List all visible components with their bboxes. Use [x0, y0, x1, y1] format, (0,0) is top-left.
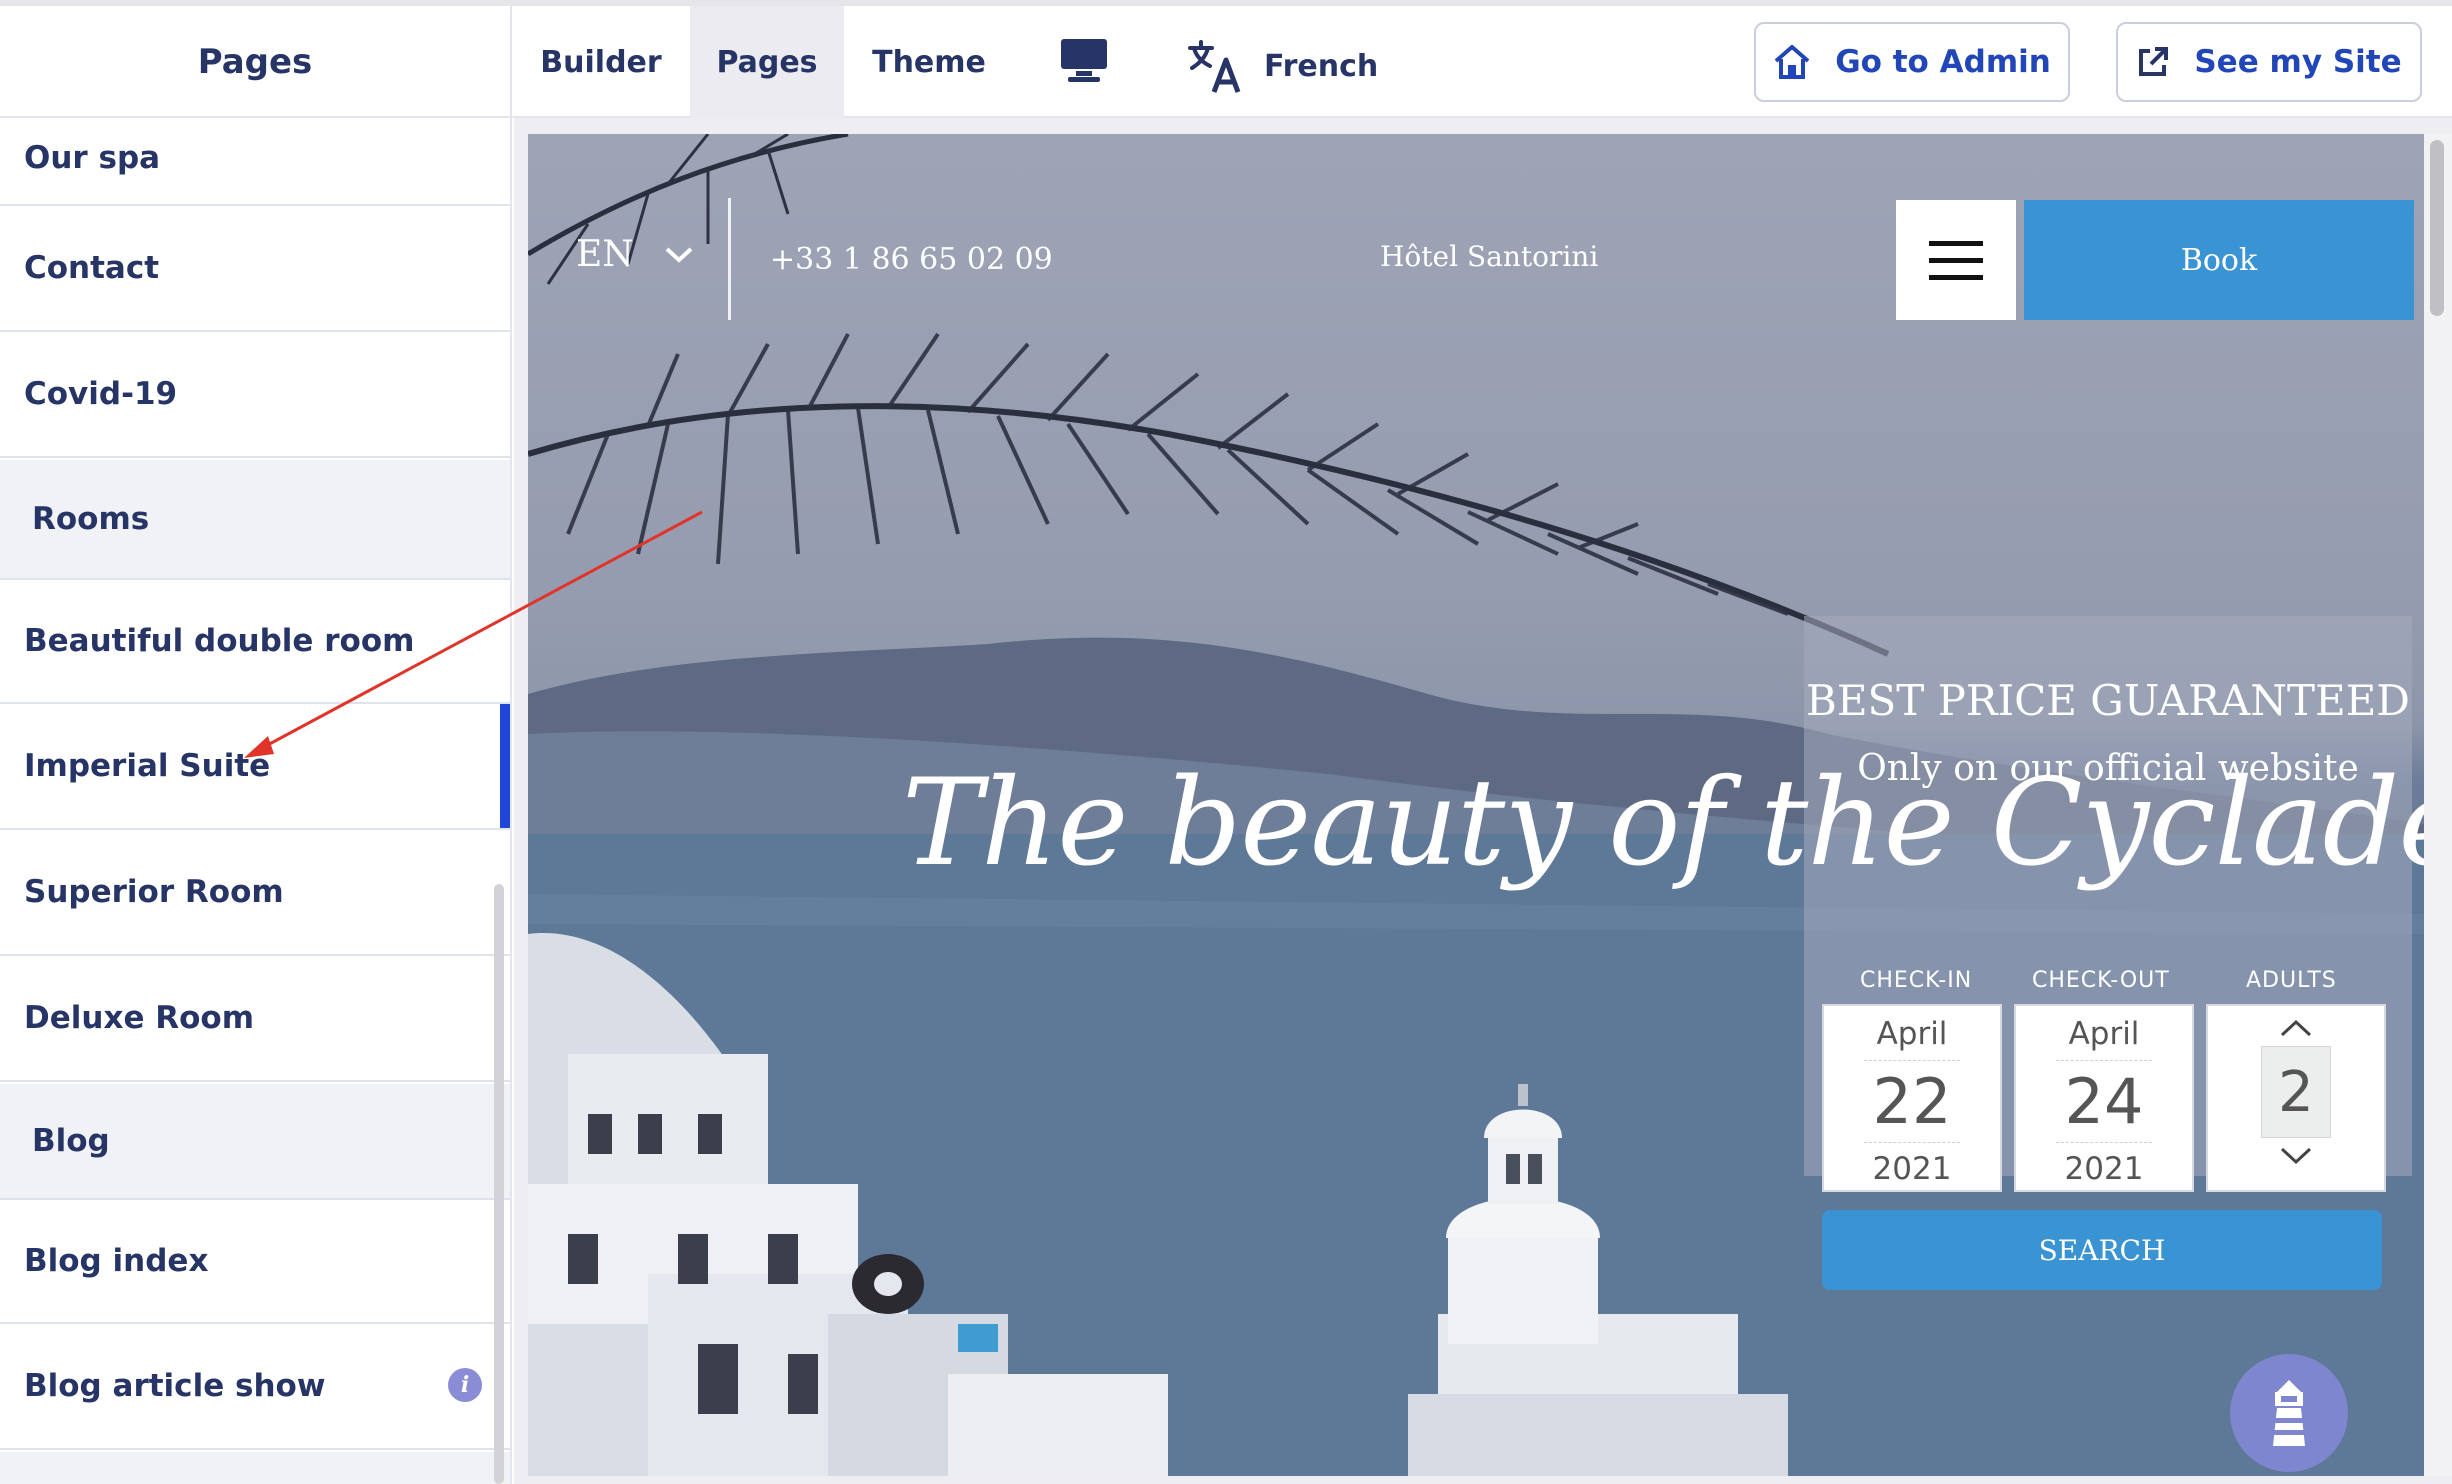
- info-icon[interactable]: i: [448, 1368, 482, 1402]
- sidebar-item-beautiful-double-room[interactable]: Beautiful double room: [0, 578, 510, 704]
- checkout-year: 2021: [2064, 1151, 2144, 1187]
- chevron-up-icon[interactable]: [2279, 1018, 2313, 1038]
- go-to-admin-button[interactable]: Go to Admin: [1754, 22, 2070, 102]
- phone-number[interactable]: +33 1 86 65 02 09: [770, 242, 1053, 277]
- adults-stepper[interactable]: 2: [2206, 1004, 2386, 1192]
- sidebar-item-label: Beautiful double room: [24, 623, 415, 659]
- sidebar-group-rooms: Rooms: [0, 460, 510, 578]
- go-to-admin-label: Go to Admin: [1835, 44, 2051, 80]
- sidebar-scrollbar[interactable]: [494, 884, 504, 1484]
- top-toolbar: Pages Builder Pages Theme French Go to A…: [0, 0, 2452, 118]
- hamburger-icon: [1929, 274, 1983, 280]
- sidebar-item-imperial-suite[interactable]: Imperial Suite: [0, 704, 510, 830]
- sidebar-item-covid-19[interactable]: Covid-19: [0, 332, 510, 458]
- see-my-site-button[interactable]: See my Site: [2116, 22, 2422, 102]
- sidebar-item-label: Our spa: [24, 140, 161, 176]
- home-icon: [1774, 45, 1810, 79]
- sidebar-item-deluxe-room[interactable]: Deluxe Room: [0, 956, 510, 1082]
- sidebar-item-label: Deluxe Room: [24, 1000, 255, 1036]
- sidebar-group-label: Blog: [32, 1123, 110, 1159]
- chevron-down-icon[interactable]: [2279, 1146, 2313, 1166]
- hotel-name[interactable]: Hôtel Santorini: [1380, 240, 1598, 273]
- hamburger-menu-button[interactable]: [1896, 200, 2016, 320]
- sidebar-item-our-spa[interactable]: Our spa: [0, 118, 510, 206]
- checkin-label: CHECK-IN: [1860, 968, 1973, 993]
- lighthouse-icon: [2273, 1380, 2305, 1446]
- booking-widget: BEST PRICE GUARANTEED Only on our offici…: [1804, 616, 2412, 1290]
- checkin-year: 2021: [1872, 1151, 1952, 1187]
- sidebar-group-blog: Blog: [0, 1084, 510, 1198]
- checkin-date-picker[interactable]: April 22 2021: [1822, 1004, 2002, 1192]
- sidebar-item-label: Contact: [24, 250, 160, 286]
- checkout-date-picker[interactable]: April 24 2021: [2014, 1004, 2194, 1192]
- checkin-day: 22: [1864, 1060, 1960, 1143]
- header-divider: [728, 198, 731, 320]
- translate-icon: [1188, 40, 1241, 93]
- sidebar-item-contact[interactable]: Contact: [0, 206, 510, 332]
- adults-label: ADULTS: [2246, 968, 2337, 993]
- sidebar-item-label: Imperial Suite: [24, 748, 271, 784]
- sidebar-item-label: Blog index: [24, 1243, 209, 1279]
- sidebar-item-label: Superior Room: [24, 874, 284, 910]
- language-label: French: [1264, 48, 1379, 84]
- tab-builder[interactable]: Builder: [512, 6, 690, 118]
- preview-scrollbar-thumb[interactable]: [2430, 140, 2444, 316]
- desktop-preview-button[interactable]: [1048, 36, 1120, 98]
- sidebar-title: Pages: [0, 6, 512, 118]
- active-item-indicator: [500, 704, 510, 828]
- site-preview-hero: EN +33 1 86 65 02 09 Hôtel Santorini Boo…: [528, 134, 2424, 1476]
- language-code: EN: [576, 234, 634, 275]
- chat-widget-button[interactable]: [2230, 1354, 2348, 1472]
- hero-headline[interactable]: The beauty of the Cyclades: [902, 754, 2424, 893]
- search-button[interactable]: SEARCH: [1822, 1210, 2382, 1290]
- sidebar-group-next: [0, 1452, 510, 1484]
- sidebar-item-blog-index[interactable]: Blog index: [0, 1198, 510, 1324]
- preview-scrollbar-track[interactable]: [2424, 134, 2452, 1476]
- sidebar-item-blog-article-show[interactable]: Blog article show i: [0, 1324, 510, 1450]
- hamburger-icon: [1929, 240, 1983, 246]
- language-select[interactable]: EN: [576, 234, 694, 275]
- book-button[interactable]: Book: [2024, 200, 2414, 320]
- checkin-month: April: [1876, 1016, 1948, 1052]
- sidebar-item-label: Covid-19: [24, 376, 178, 412]
- desktop-icon: [1061, 39, 1107, 82]
- see-my-site-label: See my Site: [2194, 44, 2402, 80]
- hamburger-icon: [1929, 257, 1983, 263]
- adults-value[interactable]: 2: [2261, 1046, 2331, 1138]
- sidebar-group-label: Rooms: [32, 501, 150, 537]
- checkout-day: 24: [2056, 1060, 2152, 1143]
- external-link-icon: [2139, 47, 2169, 76]
- checkout-month: April: [2068, 1016, 2140, 1052]
- chevron-down-icon: [665, 247, 693, 263]
- tab-pages[interactable]: Pages: [690, 6, 844, 118]
- pages-sidebar: Our spa Contact Covid-19 Rooms Beautiful…: [0, 118, 512, 1484]
- language-switch[interactable]: French: [1186, 34, 1378, 98]
- tab-theme[interactable]: Theme: [844, 6, 1014, 118]
- sidebar-item-superior-room[interactable]: Superior Room: [0, 830, 510, 956]
- sidebar-item-label: Blog article show: [24, 1368, 326, 1404]
- booking-title: BEST PRICE GUARANTEED: [1806, 676, 2410, 725]
- checkout-label: CHECK-OUT: [2032, 968, 2170, 993]
